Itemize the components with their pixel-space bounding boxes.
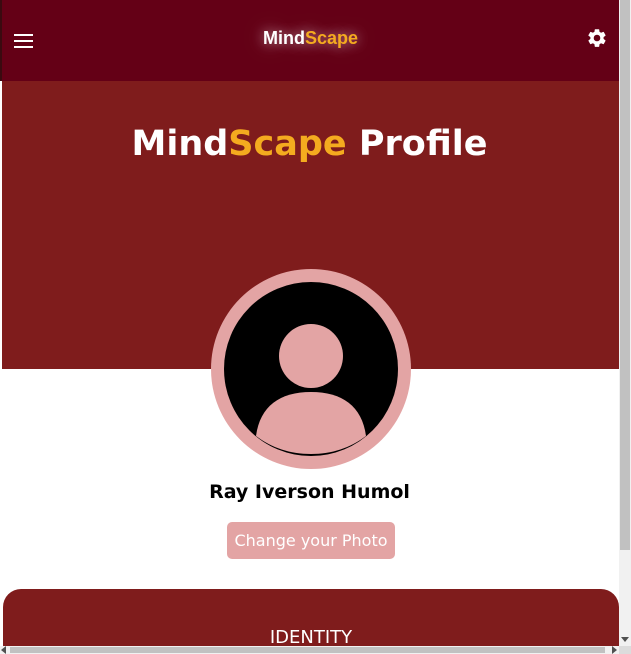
- title-rest-text: Profile: [346, 124, 488, 164]
- horizontal-scrollbar[interactable]: [0, 646, 619, 654]
- profile-page-content: MindScape MindScape Profile Ray Iverson …: [0, 0, 619, 646]
- title-main-text: Mind: [131, 124, 229, 164]
- brand-main-text: Mind: [262, 28, 305, 48]
- horizontal-scrollbar-thumb[interactable]: [10, 647, 605, 653]
- change-photo-button[interactable]: Change your Photo: [227, 522, 395, 559]
- navbar: MindScape: [0, 0, 619, 81]
- vertical-scrollbar[interactable]: [619, 0, 631, 646]
- gear-icon[interactable]: [586, 27, 608, 49]
- identity-section: IDENTITY: [3, 589, 619, 646]
- avatar: [211, 269, 411, 469]
- vertical-scrollbar-thumb[interactable]: [620, 0, 630, 550]
- brand-logo[interactable]: MindScape: [2, 28, 619, 49]
- identity-heading: IDENTITY: [269, 627, 353, 646]
- profile-name: Ray Iverson Humol: [209, 481, 410, 503]
- scroll-left-arrow-icon[interactable]: [1, 646, 6, 654]
- title-accent-text: Scape: [228, 124, 347, 164]
- scroll-down-arrow-icon[interactable]: [621, 637, 629, 642]
- page-title: MindScape Profile: [0, 124, 619, 164]
- page: MindScape MindScape Profile Ray Iverson …: [0, 0, 631, 654]
- brand-accent-text: Scape: [304, 28, 359, 48]
- scroll-right-arrow-icon[interactable]: [612, 646, 617, 654]
- user-avatar-icon: [256, 324, 366, 454]
- avatar-circle: [224, 282, 398, 456]
- scrollbar-corner: [619, 646, 631, 654]
